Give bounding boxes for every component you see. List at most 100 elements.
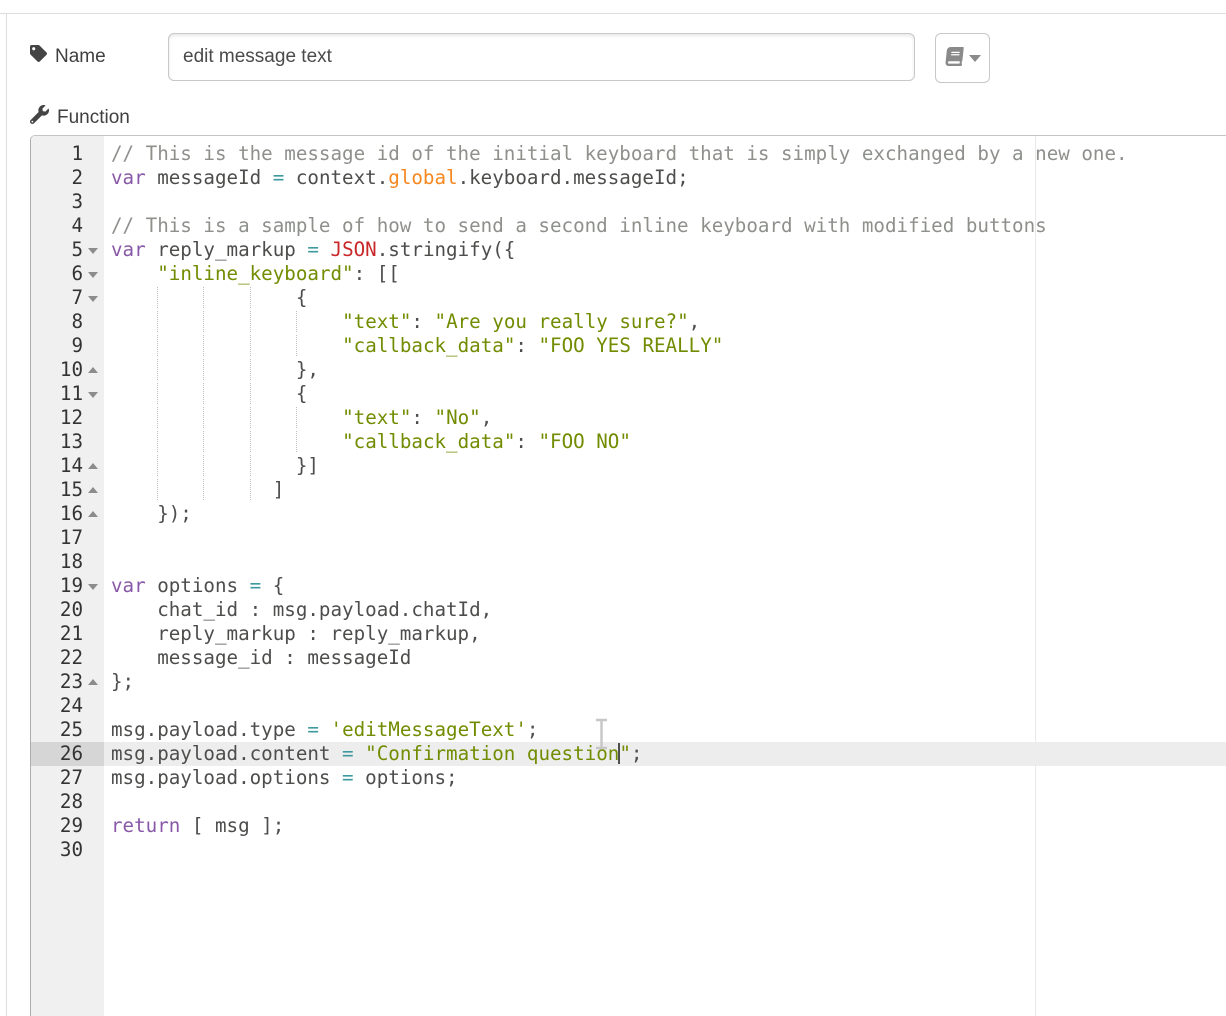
editor-code-area[interactable]: // This is the message id of the initial… bbox=[111, 142, 1128, 862]
code-line[interactable]: return [ msg ]; bbox=[111, 814, 1128, 838]
line-number: 11 bbox=[31, 382, 83, 406]
fold-widget-open[interactable] bbox=[83, 286, 104, 310]
fold-widget-none bbox=[83, 550, 104, 574]
name-field-label: Name bbox=[30, 45, 106, 68]
fold-widget-open[interactable] bbox=[83, 382, 104, 406]
dialog-top-divider bbox=[0, 13, 1226, 14]
code-line[interactable]: { bbox=[111, 286, 1128, 310]
fold-widget-open[interactable] bbox=[83, 574, 104, 598]
code-line[interactable]: }; bbox=[111, 670, 1128, 694]
line-number: 2 bbox=[31, 166, 83, 190]
gutter-row: 7 bbox=[31, 286, 104, 310]
editor-gutter: 1234567891011121314151617181920212223242… bbox=[31, 136, 104, 1016]
gutter-row: 10 bbox=[31, 358, 104, 382]
fold-widget-none bbox=[83, 430, 104, 454]
line-number: 29 bbox=[31, 814, 83, 838]
code-line[interactable]: }); bbox=[111, 502, 1128, 526]
code-line[interactable] bbox=[111, 838, 1128, 862]
code-line[interactable]: reply_markup : reply_markup, bbox=[111, 622, 1128, 646]
line-number: 19 bbox=[31, 574, 83, 598]
code-line[interactable]: var messageId = context.global.keyboard.… bbox=[111, 166, 1128, 190]
caret-down-icon bbox=[969, 55, 981, 62]
line-number: 17 bbox=[31, 526, 83, 550]
fold-widget-none bbox=[83, 646, 104, 670]
code-line[interactable] bbox=[111, 694, 1128, 718]
fold-widget-close[interactable] bbox=[83, 502, 104, 526]
fold-widget-none bbox=[83, 406, 104, 430]
fold-widget-close[interactable] bbox=[83, 454, 104, 478]
code-line[interactable]: // This is the message id of the initial… bbox=[111, 142, 1128, 166]
code-line[interactable] bbox=[111, 190, 1128, 214]
fold-widget-none bbox=[83, 190, 104, 214]
code-line[interactable]: ] bbox=[111, 478, 1128, 502]
function-field-label-text: Function bbox=[57, 107, 130, 129]
tag-icon bbox=[30, 45, 47, 68]
code-line[interactable]: // This is a sample of how to send a sec… bbox=[111, 214, 1128, 238]
line-number: 7 bbox=[31, 286, 83, 310]
code-line[interactable] bbox=[111, 526, 1128, 550]
node-edit-dialog: Name Function 12345678910111213141516171… bbox=[0, 0, 1226, 1016]
line-number: 3 bbox=[31, 190, 83, 214]
line-number: 4 bbox=[31, 214, 83, 238]
function-field-label: Function bbox=[30, 105, 130, 130]
fold-widget-none bbox=[83, 214, 104, 238]
code-line[interactable]: }, bbox=[111, 358, 1128, 382]
code-line[interactable]: var reply_markup = JSON.stringify({ bbox=[111, 238, 1128, 262]
gutter-row: 3 bbox=[31, 190, 104, 214]
code-line[interactable]: msg.payload.type = 'editMessageText'; bbox=[111, 718, 1128, 742]
fold-widget-close[interactable] bbox=[83, 670, 104, 694]
name-input[interactable] bbox=[168, 33, 915, 81]
gutter-row: 12 bbox=[31, 406, 104, 430]
fold-widget-none bbox=[83, 166, 104, 190]
wrench-icon bbox=[30, 105, 49, 130]
code-line[interactable]: chat_id : msg.payload.chatId, bbox=[111, 598, 1128, 622]
gutter-row: 16 bbox=[31, 502, 104, 526]
code-line[interactable]: message_id : messageId bbox=[111, 646, 1128, 670]
line-number: 28 bbox=[31, 790, 83, 814]
name-field-label-text: Name bbox=[55, 46, 106, 68]
gutter-row: 20 bbox=[31, 598, 104, 622]
fold-widget-none bbox=[83, 766, 104, 790]
line-number: 14 bbox=[31, 454, 83, 478]
fold-widget-open[interactable] bbox=[83, 238, 104, 262]
fold-widget-close[interactable] bbox=[83, 358, 104, 382]
code-line[interactable]: "callback_data": "FOO NO" bbox=[111, 430, 1128, 454]
fold-widget-none bbox=[83, 814, 104, 838]
code-line[interactable]: msg.payload.content = "Confirmation ques… bbox=[111, 742, 1128, 766]
function-code-editor[interactable]: 1234567891011121314151617181920212223242… bbox=[30, 135, 1226, 1016]
code-line[interactable] bbox=[111, 790, 1128, 814]
code-line[interactable]: var options = { bbox=[111, 574, 1128, 598]
gutter-row: 11 bbox=[31, 382, 104, 406]
line-number: 20 bbox=[31, 598, 83, 622]
line-number: 30 bbox=[31, 838, 83, 862]
code-line[interactable]: msg.payload.options = options; bbox=[111, 766, 1128, 790]
line-number: 6 bbox=[31, 262, 83, 286]
line-number: 15 bbox=[31, 478, 83, 502]
dialog-left-divider bbox=[6, 13, 7, 1016]
fold-widget-open[interactable] bbox=[83, 262, 104, 286]
line-number: 16 bbox=[31, 502, 83, 526]
line-number: 5 bbox=[31, 238, 83, 262]
code-line[interactable]: { bbox=[111, 382, 1128, 406]
gutter-row: 30 bbox=[31, 838, 104, 862]
code-line[interactable]: "text": "Are you really sure?", bbox=[111, 310, 1128, 334]
gutter-row: 29 bbox=[31, 814, 104, 838]
line-number: 26 bbox=[31, 742, 83, 766]
fold-widget-none bbox=[83, 742, 104, 766]
code-line[interactable]: }] bbox=[111, 454, 1128, 478]
gutter-row: 2 bbox=[31, 166, 104, 190]
line-number: 18 bbox=[31, 550, 83, 574]
library-button[interactable] bbox=[935, 33, 990, 83]
gutter-row: 1 bbox=[31, 142, 104, 166]
code-line[interactable] bbox=[111, 550, 1128, 574]
fold-widget-close[interactable] bbox=[83, 478, 104, 502]
line-number: 8 bbox=[31, 310, 83, 334]
line-number: 27 bbox=[31, 766, 83, 790]
book-icon bbox=[945, 47, 964, 69]
code-line[interactable]: "inline_keyboard": [[ bbox=[111, 262, 1128, 286]
fold-widget-none bbox=[83, 790, 104, 814]
line-number: 13 bbox=[31, 430, 83, 454]
code-line[interactable]: "callback_data": "FOO YES REALLY" bbox=[111, 334, 1128, 358]
code-line[interactable]: "text": "No", bbox=[111, 406, 1128, 430]
line-number: 12 bbox=[31, 406, 83, 430]
